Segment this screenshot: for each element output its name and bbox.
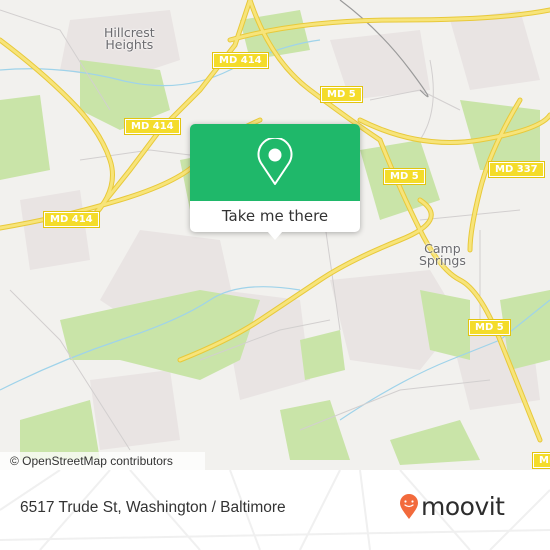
location-popup: Take me there: [190, 124, 360, 240]
road-shield-md414: MD 414: [43, 211, 100, 228]
road-shield-md5: MD 5: [383, 168, 426, 185]
address-label: 6517 Trude St, Washington / Baltimore: [20, 499, 286, 516]
moovit-logo[interactable]: moovit: [399, 492, 505, 521]
popup-header: [190, 124, 360, 201]
road-shield-md5: MD 5: [320, 86, 363, 103]
brand-name: moovit: [421, 492, 505, 521]
popup-pointer: [267, 231, 283, 240]
take-me-there-button[interactable]: Take me there: [190, 201, 360, 232]
place-label-hillcrest-heights: Hillcrest Heights: [104, 25, 155, 52]
road-shield-md: MD: [531, 452, 550, 469]
map-view[interactable]: Hillcrest Heights Camp Springs MD 414 MD…: [0, 0, 550, 470]
place-label-camp-springs: Camp Springs: [419, 241, 466, 268]
road-shield-md414: MD 414: [212, 52, 269, 69]
map-attribution[interactable]: © OpenStreetMap contributors: [0, 452, 205, 470]
road-shield-md337: MD 337: [488, 161, 545, 178]
road-shield-md414: MD 414: [124, 118, 181, 135]
road-shield-md5: MD 5: [468, 319, 511, 336]
moovit-pin-icon: [400, 494, 418, 519]
footer-bar: 6517 Trude St, Washington / Baltimore mo…: [0, 470, 550, 550]
map-pin-icon: [257, 138, 293, 185]
